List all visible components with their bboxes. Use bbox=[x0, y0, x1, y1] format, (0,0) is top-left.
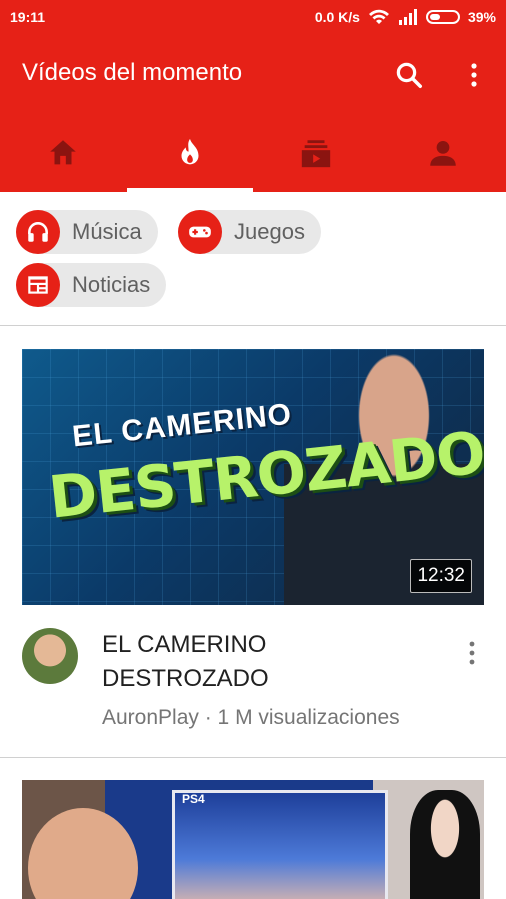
thumbnail-person-image bbox=[28, 808, 138, 899]
thumbnail-text: PS4 bbox=[182, 792, 205, 806]
tab-subscriptions[interactable] bbox=[253, 114, 380, 192]
tab-trending[interactable] bbox=[126, 114, 254, 192]
more-vertical-icon[interactable] bbox=[462, 640, 482, 668]
divider bbox=[0, 325, 506, 326]
newspaper-icon bbox=[28, 276, 48, 294]
video-meta: AuronPlay · 1 M visualizaciones bbox=[102, 706, 400, 729]
divider bbox=[0, 757, 506, 758]
chip-label: Música bbox=[72, 219, 142, 244]
wifi-icon bbox=[368, 9, 389, 24]
chip-icon-circle bbox=[16, 263, 60, 307]
chip-label: Noticias bbox=[72, 272, 151, 297]
status-bar: 19:11 0.0 K/s 39% bbox=[0, 0, 506, 34]
chip-noticias[interactable]: Noticias bbox=[16, 263, 167, 307]
headphones-icon bbox=[28, 222, 48, 242]
signal-icon bbox=[398, 9, 417, 25]
network-speed: 0.0 K/s bbox=[314, 9, 360, 25]
tab-bar bbox=[0, 114, 506, 192]
tab-account[interactable] bbox=[380, 114, 506, 192]
subscriptions-icon bbox=[302, 140, 331, 168]
video-title[interactable]: EL CAMERINO DESTROZADO bbox=[102, 628, 432, 696]
home-icon bbox=[50, 140, 76, 165]
status-right: 0.0 K/s 39% bbox=[315, 9, 496, 25]
status-time: 19:11 bbox=[10, 9, 46, 25]
chip-icon-circle bbox=[16, 210, 60, 254]
flame-icon bbox=[181, 138, 199, 165]
video-thumbnail[interactable]: EL CAMERINO DESTROZADO 12:32 bbox=[22, 349, 484, 605]
person-icon bbox=[430, 140, 456, 166]
search-icon[interactable] bbox=[394, 60, 424, 90]
video-thumbnail[interactable]: PS4 bbox=[22, 780, 484, 899]
chip-musica[interactable]: Música bbox=[16, 210, 158, 254]
thumbnail-figure bbox=[410, 790, 480, 899]
battery-percent: 39% bbox=[467, 9, 496, 25]
tab-home[interactable] bbox=[0, 114, 127, 192]
gamepad-icon bbox=[189, 226, 211, 238]
channel-avatar[interactable] bbox=[22, 628, 78, 684]
chip-icon-circle bbox=[178, 210, 222, 254]
video-info: EL CAMERINO DESTROZADO AuronPlay · 1 M v… bbox=[22, 626, 484, 746]
battery-icon bbox=[425, 10, 460, 24]
app-bar: Vídeos del momento bbox=[0, 34, 506, 114]
chip-label: Juegos bbox=[234, 219, 305, 244]
chip-juegos[interactable]: Juegos bbox=[178, 210, 321, 254]
thumbnail-game-box bbox=[172, 790, 388, 899]
video-duration: 12:32 bbox=[410, 559, 472, 593]
more-vertical-icon[interactable] bbox=[462, 60, 486, 90]
page-title: Vídeos del momento bbox=[22, 59, 243, 86]
